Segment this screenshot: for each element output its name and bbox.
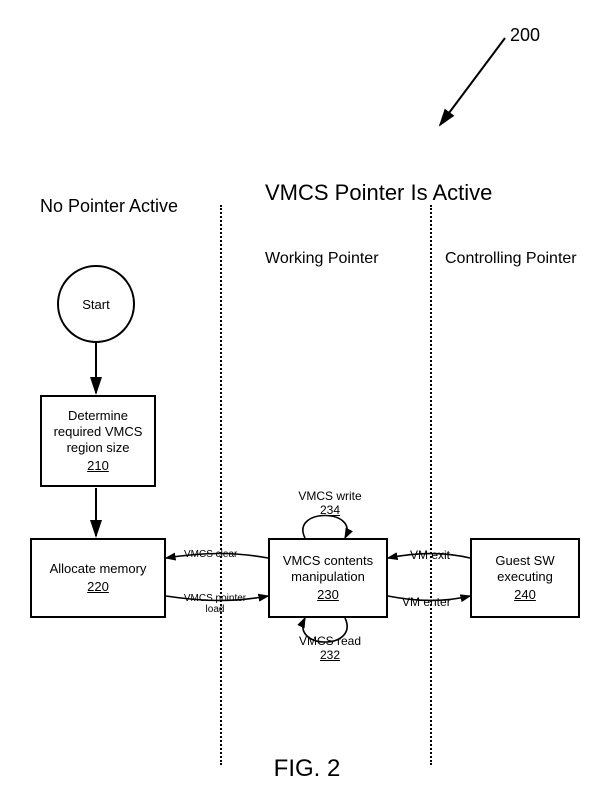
region-divider-2 <box>430 205 432 765</box>
region-divider-1 <box>220 205 222 765</box>
header-no-pointer: No Pointer Active <box>40 196 178 217</box>
diagram-canvas: { "figure_id": "200", "headers": { "no_p… <box>0 0 614 804</box>
node-guest-line2: executing <box>497 569 553 585</box>
edge-vmcs-pointer-load: VMCS pointer load <box>180 593 250 615</box>
node-determine-line3: region size <box>67 440 130 456</box>
edge-vmcs-clear: VMCS clear <box>184 549 237 560</box>
subheader-controlling: Controlling Pointer <box>445 250 577 268</box>
node-guest: Guest SW executing 240 <box>470 538 580 618</box>
node-determine: Determine required VMCS region size 210 <box>40 395 156 487</box>
figure-caption: FIG. 2 <box>0 755 614 783</box>
node-allocate-line1: Allocate memory <box>50 561 147 577</box>
node-manip-line1: VMCS contents <box>283 553 373 569</box>
node-manip-ref: 230 <box>317 587 339 603</box>
node-determine-ref: 210 <box>87 458 109 474</box>
node-guest-line1: Guest SW <box>495 553 554 569</box>
node-manip-line2: manipulation <box>291 569 365 585</box>
subheader-working: Working Pointer <box>265 250 379 268</box>
loop-vmcs-write: VMCS write 234 <box>290 490 370 518</box>
node-manipulation: VMCS contents manipulation 230 <box>268 538 388 618</box>
node-start: Start <box>57 265 135 343</box>
header-active: VMCS Pointer Is Active <box>265 180 492 206</box>
node-determine-line1: Determine <box>68 408 128 424</box>
node-allocate-ref: 220 <box>87 579 109 595</box>
node-allocate: Allocate memory 220 <box>30 538 166 618</box>
loop-vmcs-read: VMCS read 232 <box>290 635 370 663</box>
figure-number-label: 200 <box>510 25 540 46</box>
node-guest-ref: 240 <box>514 587 536 603</box>
edge-vm-enter: VM enter <box>402 596 451 609</box>
node-start-label: Start <box>82 297 109 312</box>
edge-vm-exit: VM exit <box>410 549 450 562</box>
node-determine-line2: required VMCS <box>54 424 143 440</box>
